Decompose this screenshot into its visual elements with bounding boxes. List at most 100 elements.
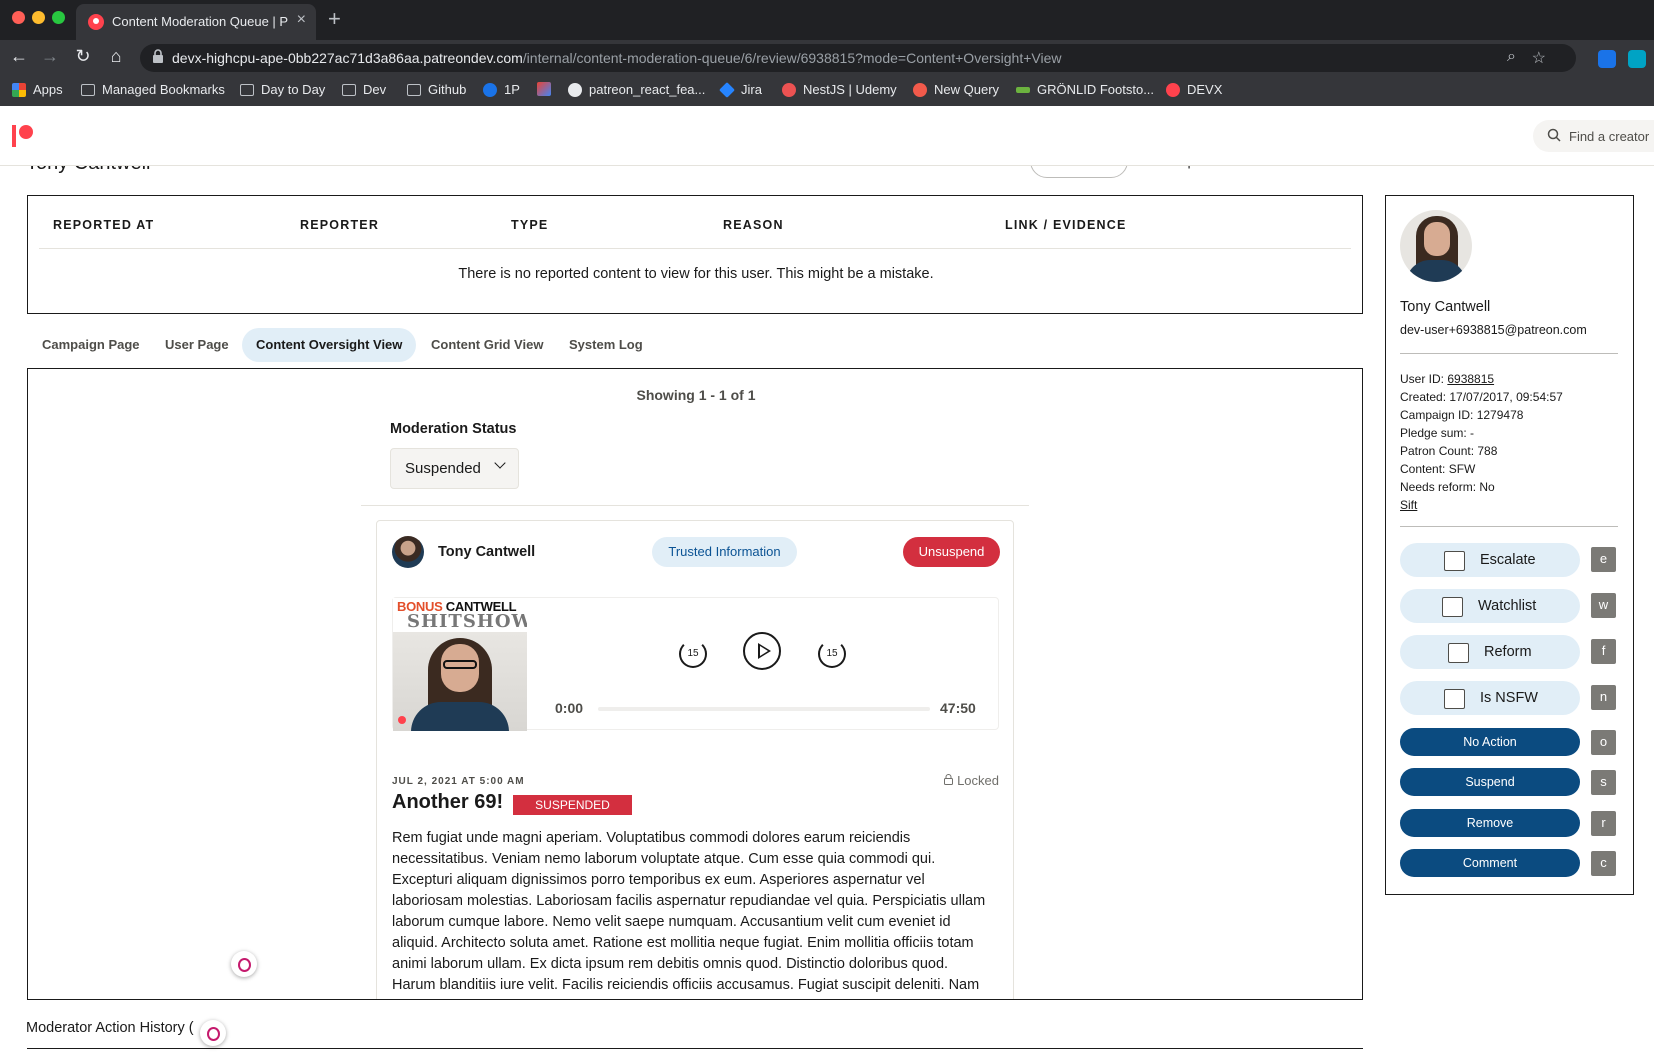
comment-button[interactable]: Comment <box>1400 849 1580 877</box>
home-icon[interactable]: ⌂ <box>106 46 126 67</box>
shortcut-key-f: f <box>1591 639 1616 664</box>
find-creator-search[interactable]: Find a creator <box>1533 120 1654 152</box>
extension-icon[interactable] <box>1598 50 1616 68</box>
escalate-checkbox[interactable]: Escalate <box>1400 543 1580 577</box>
close-window-icon[interactable] <box>12 11 25 24</box>
bookmark-day-to-day[interactable]: Day to Day <box>240 82 325 97</box>
checkbox-box[interactable] <box>1444 551 1465 571</box>
skip-back-15-icon[interactable]: 15 <box>679 640 707 668</box>
column-link-evidence: LINK / EVIDENCE <box>1005 218 1127 232</box>
sift-link[interactable]: Sift <box>1400 498 1417 512</box>
extension-icon-2[interactable] <box>1628 50 1646 68</box>
lock-icon <box>944 774 954 785</box>
grammarly-icon-2[interactable] <box>200 1020 226 1046</box>
column-reported-at: REPORTED AT <box>53 218 155 232</box>
is-nsfw-checkbox[interactable]: Is NSFW <box>1400 681 1580 715</box>
bookmark-apps[interactable]: Apps <box>12 82 63 97</box>
patreon-logo-icon[interactable] <box>12 125 34 147</box>
bookmark-managed[interactable]: Managed Bookmarks <box>81 82 225 97</box>
tab-content-grid-view[interactable]: Content Grid View <box>417 328 557 362</box>
bookmark-nestjs[interactable]: NestJS | Udemy <box>782 82 897 97</box>
1password-icon <box>483 82 497 97</box>
podcast-thumbnail: BONUS CANTWELL SHITSHOW <box>393 598 527 731</box>
tab-system-log[interactable]: System Log <box>555 328 657 362</box>
browser-toolbar: ← → ↻ ⌂ devx-highcpu-ape-0bb227ac71d3a86… <box>0 40 1654 111</box>
bookmark-github[interactable]: Github <box>407 82 466 97</box>
watchlist-checkbox[interactable]: Watchlist <box>1400 589 1580 623</box>
avatar[interactable] <box>392 536 424 568</box>
shortcut-key-n: n <box>1591 685 1616 710</box>
bookmark-star-icon[interactable]: ☆ <box>1532 48 1546 68</box>
empty-message: There is no reported content to view for… <box>458 266 934 282</box>
remove-button[interactable]: Remove <box>1400 809 1580 837</box>
post-title[interactable]: Another 69! <box>392 791 503 814</box>
user-id-link[interactable]: 6938815 <box>1447 372 1494 386</box>
unsuspend-button[interactable]: Unsuspend <box>903 537 1000 567</box>
creator-name[interactable]: Tony Cantwell <box>438 544 535 560</box>
zoom-icon[interactable]: ⌕ <box>1507 48 1516 66</box>
forward-icon[interactable]: → <box>40 46 60 67</box>
patron-count-line: Patron Count: 788 <box>1400 444 1498 458</box>
trusted-information-button[interactable]: Trusted Information <box>652 537 797 567</box>
bookmark-gronlid[interactable]: GRÖNLID Footsto... <box>1016 82 1154 97</box>
folder-icon <box>81 83 95 96</box>
locked-indicator: Locked <box>944 773 999 788</box>
divider <box>361 505 1029 506</box>
no-action-button[interactable]: No Action <box>1400 728 1580 756</box>
checkbox-box[interactable] <box>1442 597 1463 617</box>
tab-campaign-page[interactable]: Campaign Page <box>28 328 154 362</box>
progress-track[interactable] <box>598 707 930 711</box>
patreon-favicon-icon <box>88 14 104 30</box>
bookmark-patreon-react[interactable]: patreon_react_fea... <box>568 82 705 97</box>
maximize-window-icon[interactable] <box>52 11 65 24</box>
bookmark-1p[interactable]: 1P <box>483 82 520 97</box>
user-name: Tony Cantwell <box>1400 299 1491 315</box>
tab-content-oversight-view[interactable]: Content Oversight View <box>242 328 417 362</box>
reform-checkbox[interactable]: Reform <box>1400 635 1580 669</box>
moderation-status-select[interactable]: Suspended <box>390 448 519 489</box>
moderation-status-value: Suspended <box>405 460 481 477</box>
suspend-button[interactable]: Suspend <box>1400 768 1580 796</box>
bookmark-dev[interactable]: Dev <box>342 82 386 97</box>
browser-tab[interactable]: Content Moderation Queue | Pa × <box>76 4 316 40</box>
divider <box>1400 353 1618 354</box>
shortcut-key-o: o <box>1591 730 1616 755</box>
moderator-action-history <box>27 1048 1363 1058</box>
minimize-window-icon[interactable] <box>32 11 45 24</box>
search-icon <box>1547 128 1561 145</box>
shortcut-key-r: r <box>1591 811 1616 836</box>
grammarly-icon[interactable] <box>231 951 257 977</box>
lock-icon <box>153 49 163 63</box>
user-email: dev-user+6938815@patreon.com <box>1400 323 1587 337</box>
close-tab-icon[interactable]: × <box>297 11 306 29</box>
tab-title: Content Moderation Queue | Pa <box>112 14 288 29</box>
shortcut-key-s: s <box>1591 770 1616 795</box>
reload-icon[interactable]: ↻ <box>73 46 93 67</box>
thumbnail-photo <box>393 632 527 731</box>
pledge-sum-line: Pledge sum: - <box>1400 426 1475 440</box>
address-bar[interactable]: devx-highcpu-ape-0bb227ac71d3a86aa.patre… <box>140 44 1576 72</box>
moderation-status-label: Moderation Status <box>390 421 517 437</box>
skip-forward-15-icon[interactable]: 15 <box>818 640 846 668</box>
bookmarks-bar: Apps Managed Bookmarks Day to Day Dev Gi… <box>0 76 1654 104</box>
url-path: /internal/content-moderation-queue/6/rev… <box>522 50 1062 66</box>
bookmark-gmail[interactable] <box>537 82 558 96</box>
back-icon[interactable]: ← <box>9 46 29 67</box>
checkbox-label: Is NSFW <box>1480 690 1538 706</box>
avatar <box>1400 210 1472 282</box>
tab-user-page[interactable]: User Page <box>151 328 243 362</box>
play-icon[interactable] <box>743 632 781 670</box>
checkbox-box[interactable] <box>1444 689 1465 709</box>
patreon-icon <box>1166 82 1180 97</box>
post-card: Tony Cantwell Trusted Information Unsusp… <box>376 520 1014 999</box>
url-text: devx-highcpu-ape-0bb227ac71d3a86aa.patre… <box>172 50 1061 66</box>
bookmark-jira[interactable]: Jira <box>719 81 762 98</box>
folder-icon <box>342 83 356 96</box>
checkbox-box[interactable] <box>1448 643 1469 663</box>
moderator-action-history-label: Moderator Action History ( <box>26 1020 194 1036</box>
content-oversight-panel: Showing 1 - 1 of 1 Moderation Status Sus… <box>27 368 1363 1000</box>
bookmark-new-query[interactable]: New Query <box>913 82 999 97</box>
bookmark-devx[interactable]: DEVX <box>1166 82 1222 97</box>
new-tab-icon[interactable]: + <box>328 6 341 32</box>
needs-reform-line: Needs reform: No <box>1400 480 1495 494</box>
